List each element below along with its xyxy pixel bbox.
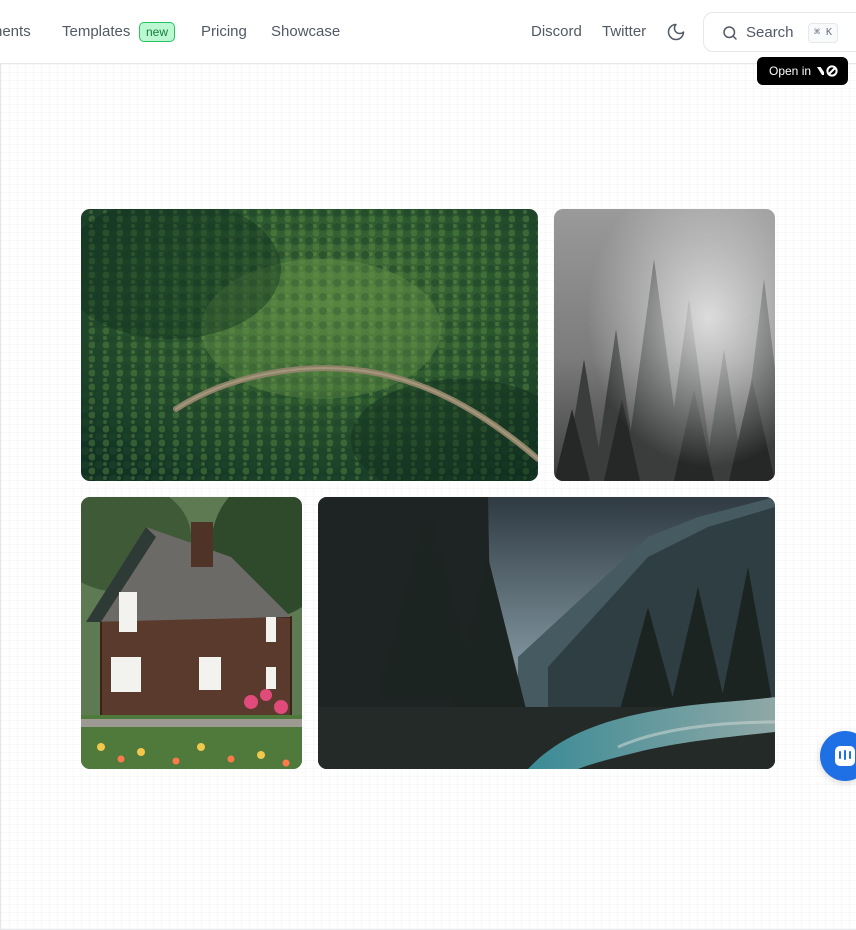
open-in-v0-button[interactable]: Open in <box>757 57 848 85</box>
moon-icon[interactable] <box>666 22 686 42</box>
nav-link-components[interactable]: nents <box>0 22 31 42</box>
nav-link-pricing[interactable]: Pricing <box>201 22 247 42</box>
search-button[interactable]: Search ⌘ K <box>703 12 856 52</box>
nav-link-twitter[interactable]: Twitter <box>602 22 646 42</box>
top-navigation-bar: nents Templates new Pricing Showcase Dis… <box>0 0 856 64</box>
search-icon <box>721 24 739 42</box>
v0-logo-icon <box>816 65 840 77</box>
nav-link-templates[interactable]: Templates <box>62 22 130 42</box>
chat-icon <box>832 743 856 769</box>
mountain-river-image[interactable] <box>318 497 775 769</box>
search-label: Search <box>746 24 794 41</box>
nav-link-showcase[interactable]: Showcase <box>271 22 340 42</box>
keyboard-shortcut: ⌘ K <box>808 23 839 43</box>
open-in-label: Open in <box>769 64 812 78</box>
aerial-forest-road-image[interactable] <box>81 209 538 481</box>
stone-cottage-image[interactable] <box>81 497 302 769</box>
misty-forest-image[interactable] <box>554 209 775 481</box>
nav-link-discord[interactable]: Discord <box>531 22 582 42</box>
new-badge: new <box>139 22 176 42</box>
